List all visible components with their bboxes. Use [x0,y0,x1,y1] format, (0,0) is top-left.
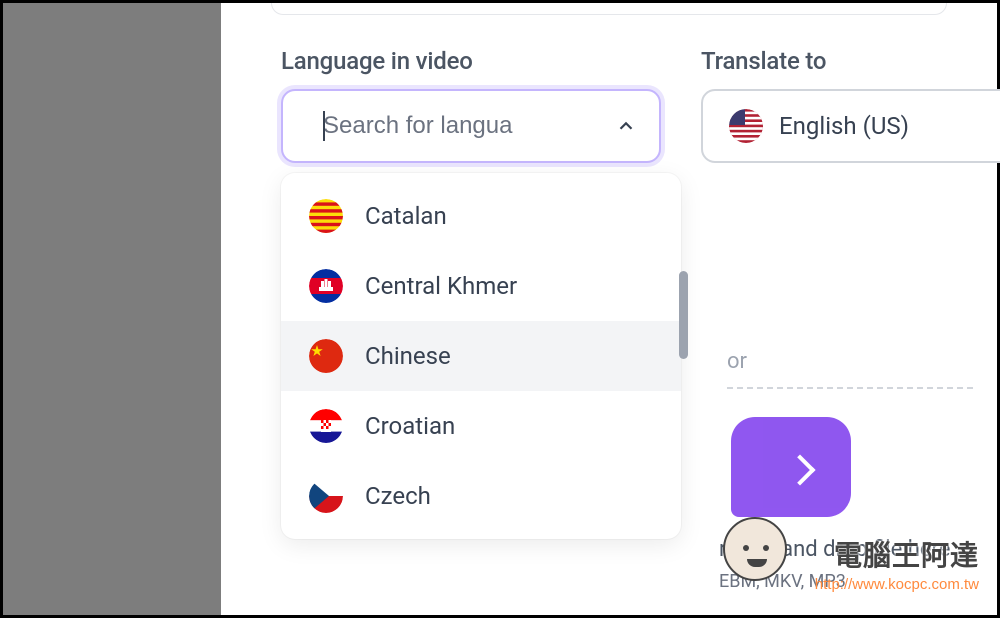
language-in-video-field: Language in video [281,47,661,163]
language-option-croatian[interactable]: Croatian [281,391,681,461]
language-search-input[interactable] [323,112,583,140]
content-panel: Language in video Translate to [221,3,997,615]
or-separator-label: or [727,349,747,374]
language-fields-row: Language in video Translate to [281,47,997,163]
language-option-label: Croatian [365,412,455,440]
language-search-select[interactable] [281,89,661,163]
flag-catalonia-icon [309,199,343,233]
language-option-czech[interactable]: Czech [281,461,681,531]
flag-cambodia-icon [309,269,343,303]
flag-croatia-icon [309,409,343,443]
dropdown-scrollbar-thumb[interactable] [679,271,688,359]
flag-czech-icon [309,479,343,513]
language-option-label: Chinese [365,342,451,370]
translate-to-label: Translate to [701,47,1000,75]
language-dropdown: Catalan Central Khmer [281,173,681,539]
language-option-label: Central Khmer [365,272,517,300]
translate-to-field: Translate to English (US) [701,47,1000,163]
top-panel-edge [271,3,947,15]
watermark: 電腦王阿達 http://www.kocpc.com.tw [815,534,979,593]
language-option-label: Catalan [365,202,447,230]
text-caret [323,111,325,141]
translate-to-value: English (US) [779,112,909,140]
watermark-mascot-icon [723,517,787,581]
app-frame: Language in video Translate to [0,0,1000,618]
translate-to-select[interactable]: English (US) [701,89,1000,163]
language-option-chinese[interactable]: Chinese [281,321,681,391]
language-in-video-label: Language in video [281,47,661,75]
language-option-label: Czech [365,482,431,510]
dropzone-border [727,387,973,389]
watermark-text: 電腦王阿達 [815,534,979,574]
watermark-url: http://www.kocpc.com.tw [815,576,979,593]
flag-china-icon [309,339,343,373]
chevron-up-icon[interactable] [615,115,637,137]
flag-us-icon [729,109,763,143]
language-option-khmer[interactable]: Central Khmer [281,251,681,321]
upload-file-icon [731,417,851,517]
language-option-catalan[interactable]: Catalan [281,181,681,251]
